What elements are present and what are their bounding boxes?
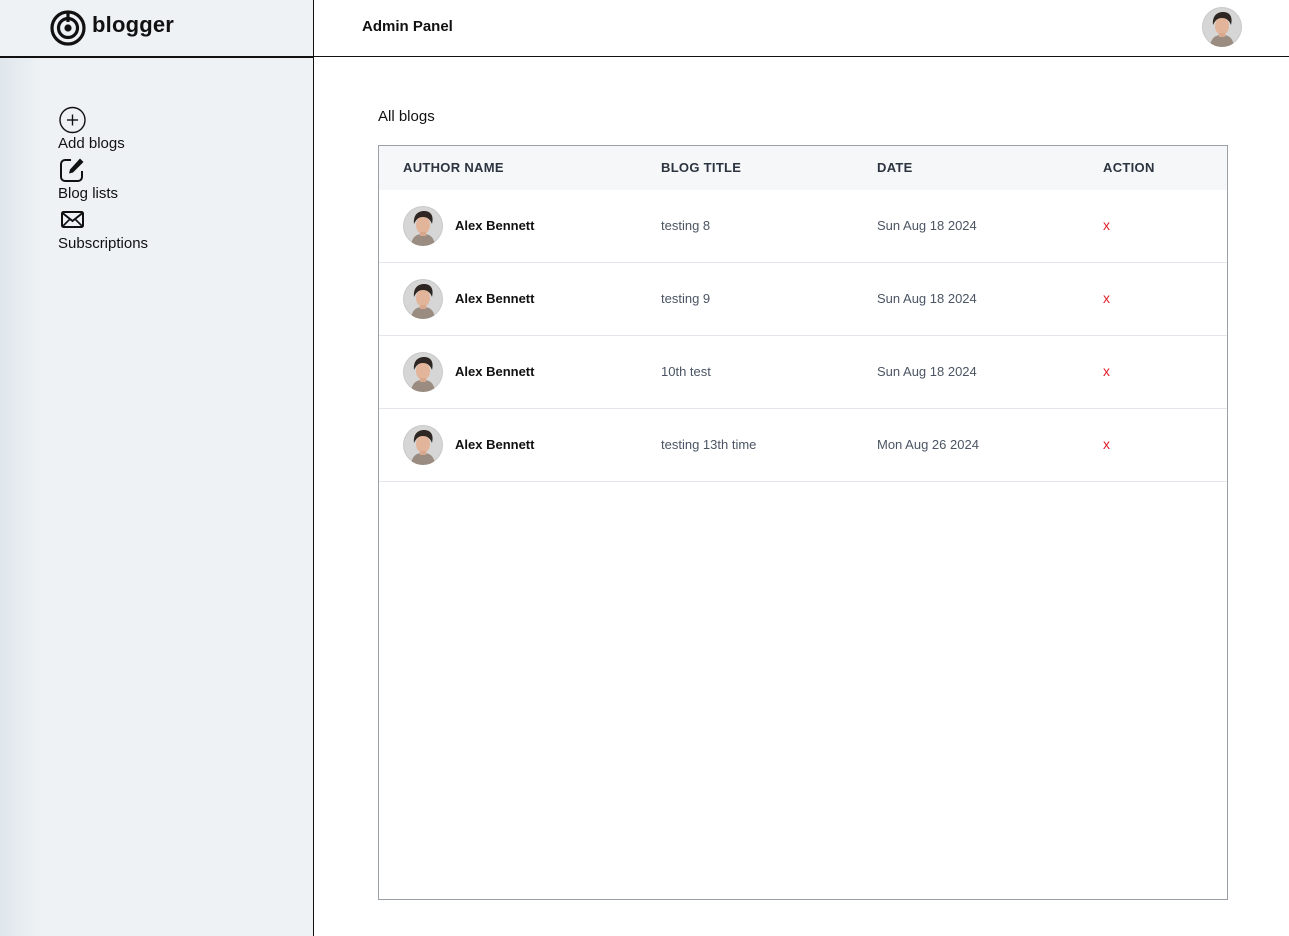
- blog-title: testing 13th time: [661, 437, 757, 452]
- table-row: Alex Bennett testing 13th time Mon Aug 2…: [379, 409, 1227, 482]
- author-name: Alex Bennett: [455, 291, 535, 306]
- blog-date: Sun Aug 18 2024: [877, 364, 977, 379]
- table-row: Alex Bennett testing 8 Sun Aug 18 2024 x: [379, 190, 1227, 263]
- blog-date: Sun Aug 18 2024: [877, 291, 977, 306]
- author-name: Alex Bennett: [455, 218, 535, 233]
- page-title: Admin Panel: [362, 18, 453, 35]
- blog-title: testing 9: [661, 291, 711, 306]
- blogger-logo-icon[interactable]: [50, 10, 86, 46]
- column-header-blog-title: BLOG TITLE: [661, 160, 742, 175]
- delete-button[interactable]: x: [1103, 436, 1110, 452]
- sidebar-item-label: Subscriptions: [58, 235, 149, 252]
- author-avatar: [403, 206, 443, 246]
- delete-button[interactable]: x: [1103, 290, 1110, 306]
- delete-button[interactable]: x: [1103, 217, 1110, 233]
- brand-header: blogger: [0, 0, 313, 58]
- sidebar-item-subscriptions[interactable]: Subscriptions: [58, 206, 148, 256]
- delete-button[interactable]: x: [1103, 363, 1110, 379]
- blog-title: 10th test: [661, 364, 711, 379]
- table-row: Alex Bennett 10th test Sun Aug 18 2024 x: [379, 336, 1227, 409]
- blogs-table: AUTHOR NAME BLOG TITLE DATE ACTION Alex …: [378, 145, 1228, 900]
- blog-date: Sun Aug 18 2024: [877, 218, 977, 233]
- author-avatar: [403, 425, 443, 465]
- brand-name[interactable]: blogger: [92, 12, 174, 38]
- sidebar-item-label: Add blogs: [58, 135, 125, 152]
- top-bar: Admin Panel: [314, 0, 1289, 57]
- sidebar-item-blog-lists[interactable]: Blog lists: [58, 156, 148, 206]
- author-name: Alex Bennett: [455, 364, 535, 379]
- mail-icon: [61, 211, 84, 228]
- section-title: All blogs: [378, 108, 435, 125]
- author-avatar: [403, 279, 443, 319]
- plus-circle-icon: [59, 106, 86, 134]
- column-header-action: ACTION: [1103, 160, 1155, 175]
- sidebar-nav: Add blogs Blog lists Subscriptions: [58, 106, 148, 256]
- author-avatar: [403, 352, 443, 392]
- table-header: AUTHOR NAME BLOG TITLE DATE ACTION: [379, 146, 1227, 190]
- blog-date: Mon Aug 26 2024: [877, 437, 979, 452]
- avatar-image: [1202, 7, 1242, 47]
- sidebar: blogger Add blogs Blog lists Subscriptio…: [0, 0, 314, 936]
- sidebar-item-label: Blog lists: [58, 185, 119, 202]
- author-name: Alex Bennett: [455, 437, 535, 452]
- blog-title: testing 8: [661, 218, 711, 233]
- edit-icon: [60, 158, 84, 182]
- column-header-author: AUTHOR NAME: [403, 160, 504, 175]
- table-row: Alex Bennett testing 9 Sun Aug 18 2024 x: [379, 263, 1227, 336]
- sidebar-item-add-blogs[interactable]: Add blogs: [58, 106, 148, 156]
- column-header-date: DATE: [877, 160, 913, 175]
- user-avatar[interactable]: [1202, 7, 1242, 47]
